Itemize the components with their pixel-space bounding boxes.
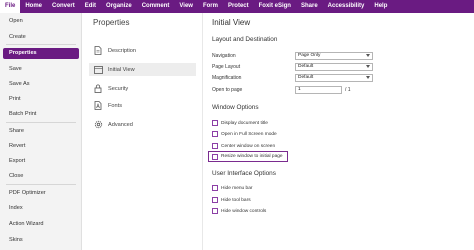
menu-file[interactable]: File [0,0,21,13]
sidebar-divider [6,44,76,45]
open-to-page-input[interactable]: 1 [295,86,342,94]
navigation-label: Navigation [212,53,236,59]
properties-title: Properties [93,18,130,27]
checkbox-label: Hide tool bars [221,197,251,203]
checkbox-resize-window[interactable]: Resize window to initial page [212,153,283,161]
description-icon [93,46,103,56]
properties-item-initial-view[interactable]: Initial View [89,63,196,76]
chevron-down-icon [366,76,370,79]
page-layout-label: Page Layout [212,64,241,70]
sidebar-item-save-as[interactable]: Save As [0,79,82,90]
checkbox-label: Display document title [221,120,268,126]
sidebar-item-revert[interactable]: Revert [0,141,82,152]
properties-item-label: Description [108,47,136,54]
sidebar-item-action-wizard[interactable]: Action Wizard [0,219,82,230]
page-layout-select[interactable]: Default [295,63,373,71]
menu-edit[interactable]: Edit [80,0,101,13]
open-to-page-label: Open to page [212,87,243,93]
sidebar-item-batch-print[interactable]: Batch Print [0,109,82,120]
checkbox[interactable] [212,143,218,149]
properties-item-label: Fonts [108,102,122,109]
properties-item-fonts[interactable]: Fonts [89,99,196,112]
sidebar-item-properties[interactable]: Properties [3,48,79,59]
checkbox[interactable] [212,185,218,191]
file-sidebar: Open Create Properties Save Save As Prin… [0,13,82,250]
page-layout-value: Default [298,64,314,69]
menu-view[interactable]: View [174,0,198,13]
menu-comment[interactable]: Comment [137,0,175,13]
sidebar-divider [6,184,76,185]
checkbox-center-window[interactable]: Center window on screen [212,142,275,150]
navigation-value: Page Only [298,53,321,58]
menu-convert[interactable]: Convert [47,0,80,13]
properties-item-description[interactable]: Description [89,44,196,57]
checkbox-label: Resize window to initial page [221,154,283,159]
properties-item-security[interactable]: Security [89,82,196,95]
checkbox-display-document-title[interactable]: Display document title [212,119,268,127]
chevron-down-icon [366,65,370,68]
initial-view-icon [93,65,103,75]
lock-icon [93,84,103,94]
sidebar-item-skins[interactable]: Skins [0,235,82,246]
properties-item-advanced[interactable]: Advanced [89,118,196,131]
sidebar-item-print[interactable]: Print [0,94,82,105]
checkbox[interactable] [212,120,218,126]
sidebar-item-close[interactable]: Close [0,171,82,182]
checkbox[interactable] [212,131,218,137]
sidebar-item-share[interactable]: Share [0,126,82,137]
properties-item-label: Initial View [108,66,135,73]
sidebar-item-pdf-optimizer[interactable]: PDF Optimizer [0,188,82,199]
menu-protect[interactable]: Protect [223,0,254,13]
checkbox-open-full-screen[interactable]: Open in Full Screen mode [212,130,277,138]
sidebar-divider [6,122,76,123]
menu-accessibility[interactable]: Accessibility [323,0,370,13]
menu-home[interactable]: Home [20,0,47,13]
sidebar-item-save[interactable]: Save [0,64,82,75]
checkbox-hide-menu-bar[interactable]: Hide menu bar [212,184,252,192]
magnification-label: Magnification [212,75,242,81]
menu-share[interactable]: Share [296,0,323,13]
sidebar-item-create[interactable]: Create [0,32,82,43]
page-total: / 1 [345,87,351,93]
layout-section-heading: Layout and Destination [212,36,278,43]
content-title: Initial View [212,18,251,27]
checkbox-label: Open in Full Screen mode [221,131,277,137]
initial-view-content: Initial View Layout and Destination Navi… [204,13,474,250]
magnification-select[interactable]: Default [295,74,373,82]
menu-bar: File Home Convert Edit Organize Comment … [0,0,474,13]
menu-organize[interactable]: Organize [101,0,137,13]
menu-foxit-esign[interactable]: Foxit eSign [254,0,296,13]
properties-item-label: Advanced [108,121,133,128]
magnification-value: Default [298,75,314,80]
checkbox[interactable] [212,153,218,160]
properties-panel: Properties Description Initial View Secu… [83,13,203,250]
checkbox[interactable] [212,197,218,203]
fonts-icon [93,101,103,111]
checkbox-label: Hide menu bar [221,185,253,191]
checkbox[interactable] [212,208,218,214]
checkbox-hide-window-controls[interactable]: Hide window controls [212,207,266,215]
sidebar-item-export[interactable]: Export [0,156,82,167]
sidebar-item-open[interactable]: Open [0,16,82,27]
chevron-down-icon [366,54,370,57]
checkbox-hide-tool-bars[interactable]: Hide tool bars [212,196,251,204]
sidebar-item-index[interactable]: Index [0,203,82,214]
menu-help[interactable]: Help [369,0,392,13]
ui-options-heading: User Interface Options [212,170,276,177]
checkbox-label: Center window on screen [221,143,276,149]
checkbox-label: Hide window controls [221,208,267,214]
properties-item-label: Security [108,85,129,92]
window-options-heading: Window Options [212,104,259,111]
menu-form[interactable]: Form [198,0,223,13]
navigation-select[interactable]: Page Only [295,52,373,60]
gear-icon [93,120,103,130]
